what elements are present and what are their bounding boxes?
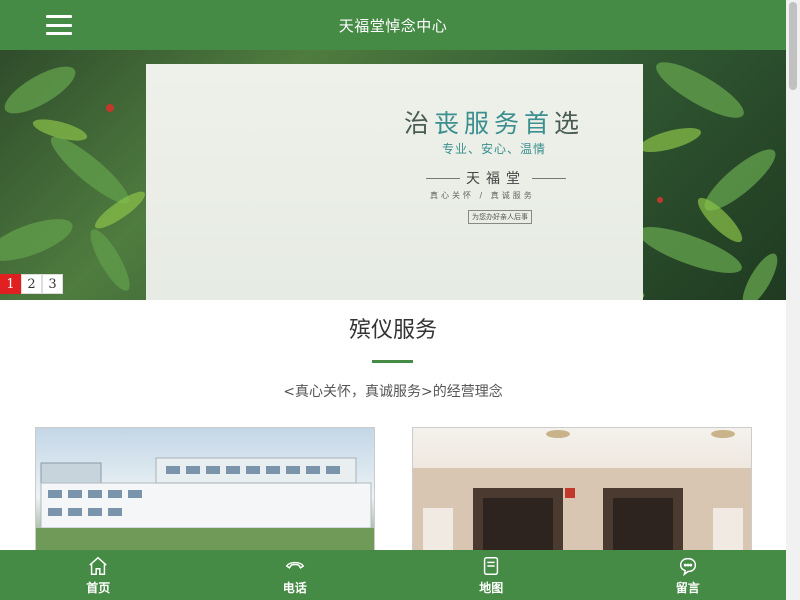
page: 天福堂悼念中心 治丧服务首选 专业、安心、温情 天福堂 真心关怀 / 真诚服务 … bbox=[0, 0, 786, 600]
bottom-nav: 首页 电话 地图 留言 bbox=[0, 550, 786, 600]
banner-page-1[interactable]: 1 bbox=[0, 274, 21, 294]
section-title: 殡仪服务 bbox=[348, 318, 437, 343]
facility-photo-exterior[interactable] bbox=[35, 427, 375, 567]
nav-message-label: 留言 bbox=[675, 580, 700, 595]
section-description: <真心关怀，真诚服务>的经营理念 bbox=[283, 384, 503, 400]
vertical-scrollbar[interactable] bbox=[786, 0, 800, 600]
facility-photo-hall[interactable] bbox=[412, 427, 752, 567]
page-title: 天福堂悼念中心 bbox=[338, 16, 448, 35]
banner-page-3[interactable]: 3 bbox=[42, 274, 63, 294]
scrollbar-thumb[interactable] bbox=[789, 2, 797, 90]
chat-bubble-icon bbox=[679, 557, 696, 576]
nav-home-label: 首页 bbox=[86, 580, 111, 595]
top-bar: 天福堂悼念中心 bbox=[0, 0, 786, 50]
building-illustration bbox=[36, 457, 374, 566]
banner-motto: 真心关怀 / 真诚服务 bbox=[430, 191, 535, 200]
hall-illustration bbox=[413, 430, 751, 566]
hero-banner[interactable]: 治丧服务首选 专业、安心、温情 天福堂 真心关怀 / 真诚服务 为您办好亲人后事… bbox=[0, 50, 786, 300]
map-book-icon bbox=[484, 556, 499, 575]
banner-headline: 治丧服务首选 bbox=[404, 109, 585, 138]
banner-pagination: 1 2 3 bbox=[0, 274, 63, 294]
banner-card: 治丧服务首选 专业、安心、温情 天福堂 真心关怀 / 真诚服务 为您办好亲人后事 bbox=[146, 64, 643, 300]
banner-brand: 天福堂 bbox=[426, 168, 566, 188]
nav-home[interactable]: 首页 bbox=[0, 550, 197, 600]
banner-tag: 为您办好亲人后事 bbox=[468, 210, 532, 224]
nav-map-label: 地图 bbox=[479, 580, 504, 595]
section-divider bbox=[372, 360, 413, 363]
banner-subtitle: 专业、安心、温情 bbox=[442, 142, 547, 156]
nav-message[interactable]: 留言 bbox=[590, 550, 787, 600]
phone-icon bbox=[285, 561, 304, 569]
nav-map[interactable]: 地图 bbox=[393, 550, 590, 600]
nav-phone[interactable]: 电话 bbox=[197, 550, 394, 600]
home-icon bbox=[89, 556, 107, 575]
banner-page-2[interactable]: 2 bbox=[21, 274, 42, 294]
nav-phone-label: 电话 bbox=[282, 580, 307, 595]
hamburger-menu-icon[interactable] bbox=[44, 13, 74, 37]
